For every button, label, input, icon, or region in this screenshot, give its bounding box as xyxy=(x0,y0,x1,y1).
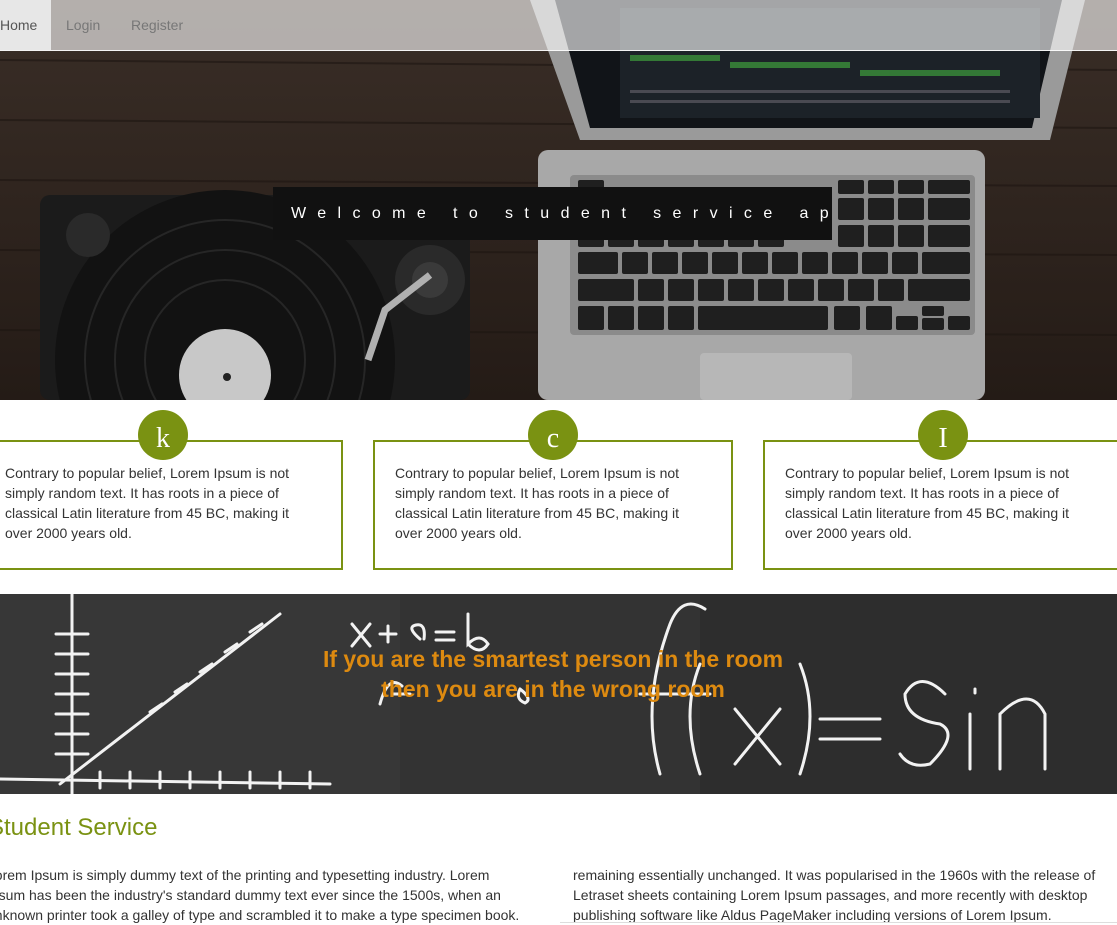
feature-text: Contrary to popular belief, Lorem Ipsum … xyxy=(395,465,680,541)
feature-card: Contrary to popular belief, Lorem Ipsum … xyxy=(0,440,343,570)
nav-home-link[interactable]: Home xyxy=(0,0,51,50)
top-navbar: Home Login Register xyxy=(0,0,1117,51)
about-section: Student Service Lorem Ipsum is simply du… xyxy=(0,794,1117,925)
feature-icon-c: c xyxy=(528,410,578,460)
quote-text: If you are the smartest person in the ro… xyxy=(0,644,1106,704)
feature-icon-i: I xyxy=(918,410,968,460)
features-section: Contrary to popular belief, Lorem Ipsum … xyxy=(0,400,1117,594)
hero-banner: Welcome to student service app! xyxy=(0,0,1117,400)
quote-banner: If you are the smartest person in the ro… xyxy=(0,594,1117,794)
divider xyxy=(560,922,1117,923)
welcome-banner: Welcome to student service app! xyxy=(273,187,832,240)
quote-line-2: then you are in the wrong room xyxy=(381,676,725,702)
feature-icon-k: k xyxy=(138,410,188,460)
feature-text: Contrary to popular belief, Lorem Ipsum … xyxy=(785,465,1070,541)
about-paragraph-2: remaining essentially unchanged. It was … xyxy=(573,867,1096,923)
section-title: Student Service xyxy=(0,814,158,841)
nav-login-link[interactable]: Login xyxy=(66,0,100,50)
quote-line-1: If you are the smartest person in the ro… xyxy=(322,646,784,672)
about-paragraph-1: Lorem Ipsum is simply dummy text of the … xyxy=(0,867,520,923)
feature-text: Contrary to popular belief, Lorem Ipsum … xyxy=(5,465,290,541)
nav-register-link[interactable]: Register xyxy=(131,0,183,50)
page: Welcome to student service app! Home Log… xyxy=(0,0,1117,925)
